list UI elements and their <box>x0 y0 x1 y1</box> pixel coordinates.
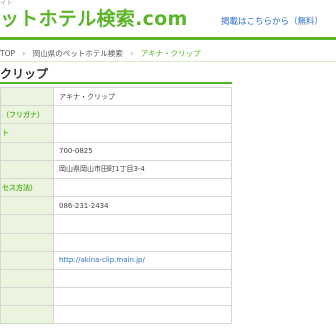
detail-value-cell <box>53 177 232 198</box>
detail-row <box>0 268 232 289</box>
detail-value-cell <box>53 123 232 143</box>
detail-value-cell <box>53 268 232 289</box>
site-header: イト ットホテル検索.com 掲載はこちらから（無料） <box>0 0 336 38</box>
detail-value-cell: アキナ・クリップ <box>53 86 232 107</box>
detail-row: ット <box>0 123 232 143</box>
detail-row <box>0 305 232 325</box>
detail-row: 名（フリガナ） <box>0 105 232 125</box>
header-divider <box>0 37 336 40</box>
detail-value-cell <box>53 214 232 234</box>
detail-row: ス <box>0 232 232 252</box>
detail-value-cell: http://akina-clip.main.jp/ <box>53 250 232 270</box>
detail-label-cell <box>0 250 54 270</box>
detail-label: 名（フリガナ） <box>1 110 45 119</box>
detail-row: 086-231-2434 <box>0 196 232 216</box>
site-logo[interactable]: ットホテル検索.com <box>0 6 188 32</box>
detail-value-cell <box>53 105 232 125</box>
detail-value: 700-0825 <box>59 147 93 156</box>
hotel-details-table: 名アキナ・クリップ名（フリガナ） ット 700-0825 岡山県岡山市田町1丁目3-4… <box>0 86 232 325</box>
detail-row: 岡山県岡山市田町1丁目3-4 <box>0 159 232 179</box>
detail-value: 086-231-2434 <box>59 201 109 210</box>
detail-label-cell: ット <box>0 123 54 143</box>
detail-label: 名 <box>2 92 53 102</box>
detail-value: 岡山県岡山市田町1丁目3-4 <box>59 165 145 174</box>
detail-label-cell <box>0 214 54 234</box>
detail-value-cell <box>53 232 232 252</box>
detail-row: http://akina-clip.main.jp/ <box>0 250 232 270</box>
detail-label-cell: 名（フリガナ） <box>0 105 54 125</box>
detail-label-cell: クセス方法） <box>0 177 54 198</box>
detail-value-cell <box>53 287 232 307</box>
detail-label: クセス方法） <box>1 183 38 192</box>
free-listing-link[interactable]: 掲載はこちらから（無料） <box>221 15 323 27</box>
detail-label: ット <box>1 128 10 137</box>
detail-label-cell <box>0 141 54 161</box>
page-title: クリップ <box>0 67 49 81</box>
breadcrumb-current: アキナ・クリップ <box>140 49 201 58</box>
detail-label-cell <box>0 268 54 289</box>
breadcrumb-divider <box>0 61 336 62</box>
detail-label-cell <box>0 196 54 216</box>
detail-label: ス <box>2 237 53 247</box>
detail-row <box>0 287 232 307</box>
detail-value-cell: 700-0825 <box>53 141 232 161</box>
breadcrumb-separator: › <box>22 49 26 58</box>
detail-row <box>0 214 232 234</box>
detail-row: 700-0825 <box>0 141 232 161</box>
detail-value-cell: 岡山県岡山市田町1丁目3-4 <box>53 159 232 179</box>
title-underline <box>0 82 232 84</box>
website-link[interactable]: http://akina-clip.main.jp/ <box>59 256 145 264</box>
breadcrumb-home-link[interactable]: TOP <box>0 49 15 58</box>
detail-label-cell <box>0 287 54 307</box>
detail-row: クセス方法） <box>0 177 232 198</box>
breadcrumb: TOP › 岡山県のペットホテル検索 › アキナ・クリップ <box>0 46 336 62</box>
detail-label-cell: ス <box>0 232 54 252</box>
detail-value: アキナ・クリップ <box>59 92 115 101</box>
breadcrumb-separator: › <box>130 49 134 58</box>
detail-value-cell: 086-231-2434 <box>53 196 232 216</box>
detail-value-cell <box>53 305 232 325</box>
detail-label-cell <box>0 159 54 179</box>
breadcrumb-prefecture-link[interactable]: 岡山県のペットホテル検索 <box>33 49 123 58</box>
detail-label-cell: 名 <box>0 86 54 107</box>
detail-row: 名アキナ・クリップ <box>0 86 232 107</box>
detail-label-cell <box>0 305 54 325</box>
